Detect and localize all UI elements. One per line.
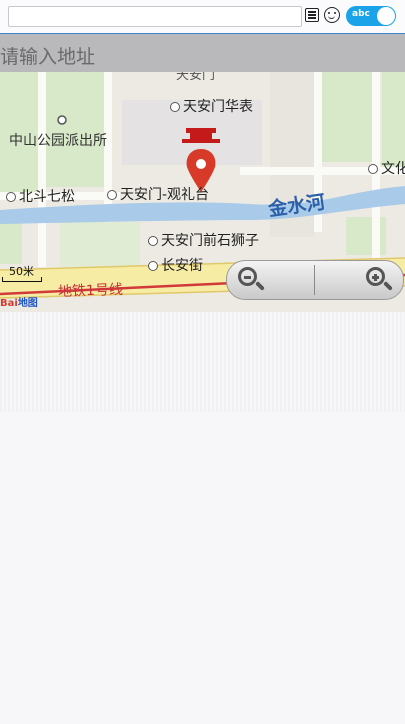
map-label-changanjie[interactable]: 长安街 [148, 255, 203, 275]
map-view[interactable]: 天安门 天安门华表 中山公园派出所 文化 北斗七松 天安门-观礼台 金水河 天安… [0, 72, 405, 312]
keyboard-icon[interactable] [305, 8, 319, 22]
emoji-icon[interactable] [324, 7, 340, 23]
map-label-guanlitai[interactable]: 天安门-观礼台 [107, 184, 209, 204]
map-logo: Bai地图 [0, 298, 38, 309]
zoom-out-icon [238, 267, 257, 286]
landmark-icon [6, 192, 16, 202]
landmark-icon [170, 102, 180, 112]
address-placeholder: 请输入地址 [0, 46, 96, 68]
text-input[interactable] [8, 6, 302, 27]
zoom-out-button[interactable] [235, 264, 267, 296]
map-label-metro: 地铁1号线 [57, 281, 124, 301]
zoom-in-button[interactable] [363, 264, 395, 296]
address-input[interactable]: 请输入地址 [0, 34, 405, 72]
map-label-police[interactable]: 中山公园派出所 [9, 130, 107, 150]
zoom-in-icon [366, 267, 385, 286]
keyboard-toggle[interactable]: abc [346, 6, 396, 26]
map-label-wen[interactable]: 文化 [368, 158, 405, 178]
map-label-partial: 天安门 [176, 72, 216, 83]
map-loading-area [0, 312, 405, 412]
zoom-divider [314, 265, 315, 295]
zoom-controls [226, 260, 404, 300]
map-scale-bar [2, 277, 42, 282]
poi-icon [368, 164, 378, 174]
landmark-icon [107, 190, 117, 200]
map-label-beidou[interactable]: 北斗七松 [6, 186, 75, 206]
landmark-icon [148, 236, 158, 246]
toggle-knob [377, 7, 395, 25]
toggle-label: abc [352, 9, 370, 19]
map-label-shizi[interactable]: 天安门前石狮子 [148, 230, 259, 250]
map-label-huabiao[interactable]: 天安门华表 [170, 96, 253, 116]
top-input-bar: abc [0, 0, 405, 34]
landmark-icon [148, 261, 158, 271]
